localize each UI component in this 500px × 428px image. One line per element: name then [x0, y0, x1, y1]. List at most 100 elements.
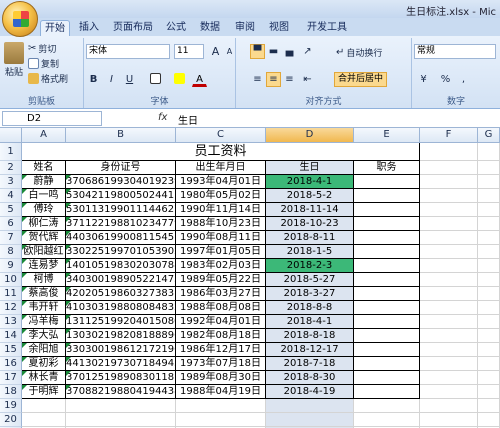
- empty-cell[interactable]: [478, 217, 500, 231]
- birthday-cell[interactable]: 2018-10-23: [266, 217, 354, 231]
- id-cell[interactable]: 420205198603273831: [66, 287, 176, 301]
- tab-insert[interactable]: 插入: [76, 20, 102, 36]
- name-box[interactable]: D2: [2, 111, 102, 126]
- birthday-cell[interactable]: 2018-4-19: [266, 385, 354, 399]
- row-header-16[interactable]: 16: [0, 357, 22, 371]
- id-cell[interactable]: 410303198808084832: [66, 301, 176, 315]
- id-cell[interactable]: 330300198612172196: [66, 343, 176, 357]
- empty-cell[interactable]: [478, 143, 500, 161]
- birth-date-cell[interactable]: 1990年08月11日: [176, 231, 266, 245]
- row-header-8[interactable]: 8: [0, 245, 22, 259]
- name-cell[interactable]: 柳仁涛: [22, 217, 66, 231]
- name-cell[interactable]: 于明辉: [22, 385, 66, 399]
- format-painter-button[interactable]: 格式刷: [28, 72, 68, 85]
- position-cell[interactable]: [354, 301, 420, 315]
- birth-date-cell[interactable]: 1990年11月14日: [176, 203, 266, 217]
- name-cell[interactable]: 傅玲: [22, 203, 66, 217]
- empty-cell[interactable]: [478, 273, 500, 287]
- empty-cell[interactable]: [420, 189, 478, 203]
- birth-date-cell[interactable]: 1980年05月02日: [176, 189, 266, 203]
- row-header-15[interactable]: 15: [0, 343, 22, 357]
- merge-center-button[interactable]: 合并后居中: [334, 72, 388, 87]
- birth-date-cell[interactable]: 1997年01月05日: [176, 245, 266, 259]
- position-cell[interactable]: [354, 287, 420, 301]
- empty-cell[interactable]: [478, 203, 500, 217]
- align-left-button[interactable]: ≡: [250, 72, 265, 87]
- empty-cell[interactable]: [420, 413, 478, 427]
- empty-cell[interactable]: [420, 315, 478, 329]
- align-right-button[interactable]: ≡: [282, 72, 297, 87]
- empty-cell[interactable]: [420, 259, 478, 273]
- empty-cell[interactable]: [420, 273, 478, 287]
- shrink-font-button[interactable]: A: [222, 44, 237, 59]
- birthday-cell[interactable]: 2018-8-30: [266, 371, 354, 385]
- office-button[interactable]: [2, 1, 38, 37]
- empty-cell[interactable]: [420, 371, 478, 385]
- position-cell[interactable]: [354, 175, 420, 189]
- name-cell[interactable]: 夏初彩: [22, 357, 66, 371]
- id-cell[interactable]: 130302198208188896: [66, 329, 176, 343]
- header-cell[interactable]: 职务: [354, 161, 420, 175]
- empty-cell[interactable]: [354, 413, 420, 427]
- column-header-e[interactable]: E: [354, 128, 420, 143]
- row-header-2[interactable]: 2: [0, 161, 22, 175]
- id-cell[interactable]: 440306199008115451X: [66, 231, 176, 245]
- underline-button[interactable]: U: [122, 72, 137, 87]
- empty-cell[interactable]: [478, 371, 500, 385]
- empty-cell[interactable]: [478, 315, 500, 329]
- birth-date-cell[interactable]: 1988年08月08日: [176, 301, 266, 315]
- empty-cell[interactable]: [420, 161, 478, 175]
- italic-button[interactable]: I: [104, 72, 119, 87]
- birthday-cell[interactable]: 2018-4-1: [266, 175, 354, 189]
- column-header-c[interactable]: C: [176, 128, 266, 143]
- header-cell[interactable]: 身份证号: [66, 161, 176, 175]
- column-header-d[interactable]: D: [266, 128, 354, 143]
- position-cell[interactable]: [354, 189, 420, 203]
- row-header-19[interactable]: 19: [0, 399, 22, 413]
- row-header-1[interactable]: 1: [0, 143, 22, 161]
- position-cell[interactable]: [354, 385, 420, 399]
- row-header-18[interactable]: 18: [0, 385, 22, 399]
- paste-button[interactable]: 粘贴: [4, 42, 24, 78]
- decrease-indent-button[interactable]: ⇤: [300, 72, 315, 87]
- align-bottom-button[interactable]: ▄: [282, 44, 297, 59]
- comma-button[interactable]: ,: [456, 72, 471, 87]
- fx-icon[interactable]: fx: [158, 112, 167, 123]
- id-cell[interactable]: 340300198905221475: [66, 273, 176, 287]
- empty-cell[interactable]: [420, 245, 478, 259]
- name-cell[interactable]: 贺代辉: [22, 231, 66, 245]
- row-header-5[interactable]: 5: [0, 203, 22, 217]
- id-cell[interactable]: 131125199204015080: [66, 315, 176, 329]
- position-cell[interactable]: [354, 245, 420, 259]
- name-cell[interactable]: 欧阳越红: [22, 245, 66, 259]
- header-cell[interactable]: 姓名: [22, 161, 66, 175]
- tab-data[interactable]: 数据: [197, 20, 223, 36]
- name-cell[interactable]: 连易梦: [22, 259, 66, 273]
- empty-cell[interactable]: [478, 357, 500, 371]
- empty-cell[interactable]: [478, 231, 500, 245]
- tab-home[interactable]: 开始: [40, 20, 70, 36]
- position-cell[interactable]: [354, 357, 420, 371]
- birth-date-cell[interactable]: 1992年04月01日: [176, 315, 266, 329]
- empty-cell[interactable]: [176, 399, 266, 413]
- empty-cell[interactable]: [478, 301, 500, 315]
- empty-cell[interactable]: [420, 287, 478, 301]
- empty-cell[interactable]: [478, 343, 500, 357]
- row-header-10[interactable]: 10: [0, 273, 22, 287]
- empty-cell[interactable]: [420, 343, 478, 357]
- row-header-6[interactable]: 6: [0, 217, 22, 231]
- empty-cell[interactable]: [176, 413, 266, 427]
- empty-cell[interactable]: [420, 217, 478, 231]
- id-cell[interactable]: 370882198804194438: [66, 385, 176, 399]
- birthday-cell[interactable]: 2018-8-18: [266, 329, 354, 343]
- row-header-14[interactable]: 14: [0, 329, 22, 343]
- empty-cell[interactable]: [478, 161, 500, 175]
- borders-button[interactable]: [148, 72, 163, 87]
- name-cell[interactable]: 林长青: [22, 371, 66, 385]
- birth-date-cell[interactable]: 1993年04月01日: [176, 175, 266, 189]
- id-cell[interactable]: 330225199701053902: [66, 245, 176, 259]
- font-color-button[interactable]: A: [192, 72, 207, 87]
- font-size-select[interactable]: 11: [174, 44, 204, 59]
- name-cell[interactable]: 蔡高俊: [22, 287, 66, 301]
- birth-date-cell[interactable]: 1983年02月03日: [176, 259, 266, 273]
